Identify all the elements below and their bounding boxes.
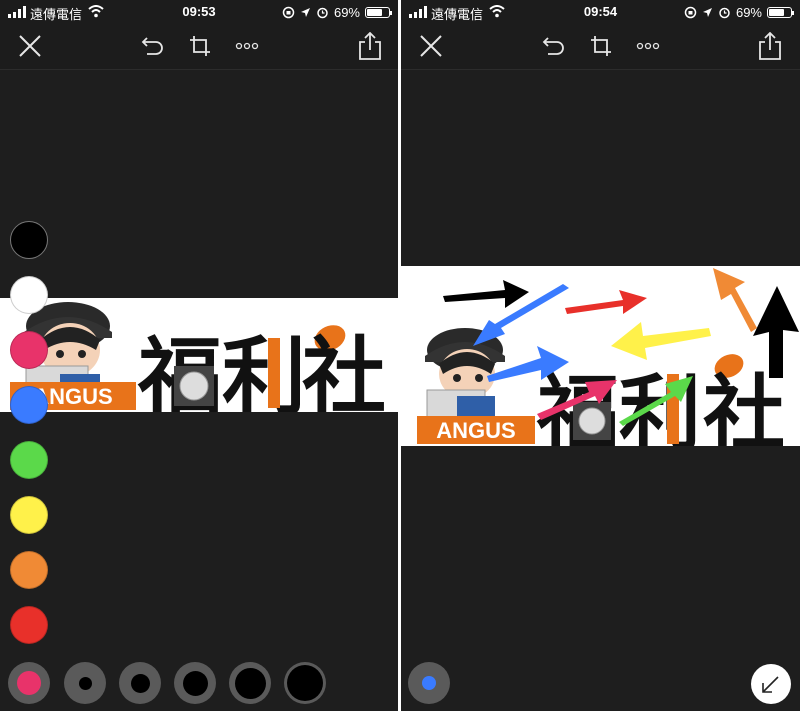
undo-button[interactable] (538, 30, 570, 62)
crop-icon (190, 36, 210, 56)
editor-toolbar (401, 24, 800, 70)
share-button[interactable] (754, 30, 786, 62)
banner-title-char-3: 社 (302, 328, 386, 412)
drawn-arrow-red (565, 290, 647, 314)
close-icon (420, 35, 442, 57)
battery-percent: 69% (735, 4, 762, 20)
undo-icon (542, 37, 564, 55)
more-button[interactable] (632, 30, 664, 62)
banner-title-char-2: 利 (222, 328, 306, 412)
alarm-icon (719, 7, 730, 18)
current-color-button[interactable] (8, 662, 50, 704)
battery-percent: 69% (333, 4, 360, 20)
undo-button[interactable] (137, 30, 169, 62)
share-button[interactable] (354, 30, 386, 62)
stroke-size-4[interactable] (229, 662, 271, 704)
editor-screen-with-arrows: 遠傳電信 09:54 69% ANGUS 利 社 (401, 0, 800, 711)
rotation-lock-icon (282, 6, 295, 18)
angus-logo-image: ANGUS 福 利 社 (417, 268, 799, 446)
stroke-size-3[interactable] (174, 662, 216, 704)
current-color-button[interactable] (408, 662, 450, 704)
editor-toolbar (0, 24, 398, 70)
status-icons: 69% (282, 4, 392, 20)
undo-icon (141, 37, 163, 55)
crop-button[interactable] (184, 30, 216, 62)
banner-title-char-3: 社 (703, 367, 785, 446)
share-icon (759, 32, 781, 60)
more-icon (235, 42, 259, 50)
stroke-size-5[interactable] (284, 662, 326, 704)
close-button[interactable] (415, 30, 447, 62)
color-white[interactable] (10, 276, 48, 314)
drawn-arrow-black-2 (753, 286, 799, 378)
status-bar: 遠傳電信 09:54 69% (401, 0, 800, 24)
more-icon (636, 42, 660, 50)
alarm-icon (317, 7, 328, 18)
share-icon (359, 32, 381, 60)
close-icon (19, 35, 41, 57)
close-button[interactable] (14, 30, 46, 62)
stroke-size-2[interactable] (119, 662, 161, 704)
color-red[interactable] (10, 606, 48, 644)
color-pink[interactable] (10, 331, 48, 369)
location-icon (702, 7, 712, 17)
more-button[interactable] (231, 30, 263, 62)
drawn-arrow-orange (713, 268, 757, 332)
crop-icon (591, 36, 611, 56)
rotation-lock-icon (684, 6, 697, 18)
color-green[interactable] (10, 441, 48, 479)
editor-screen-palette-open: 遠傳電信 09:53 69% ANGUS 利 社 (0, 0, 398, 711)
color-blue[interactable] (10, 386, 48, 424)
battery-icon (365, 6, 392, 18)
banner-image-annotated: ANGUS 福 利 社 (401, 266, 800, 446)
color-orange[interactable] (10, 551, 48, 589)
location-icon (300, 7, 310, 17)
status-bar: 遠傳電信 09:53 69% (0, 0, 398, 24)
arrow-tool-button[interactable] (751, 664, 791, 704)
banner-image: ANGUS 福 利 社 (0, 298, 398, 412)
stroke-size-1[interactable] (64, 662, 106, 704)
angus-logo-image: ANGUS 福 利 社 (10, 302, 386, 412)
drawn-arrow-black-1 (443, 280, 529, 308)
battery-icon (767, 6, 794, 18)
brand-text: ANGUS (436, 418, 515, 443)
status-icons: 69% (684, 4, 794, 20)
crop-button[interactable] (585, 30, 617, 62)
color-black[interactable] (10, 221, 48, 259)
drawn-arrow-yellow (611, 322, 711, 360)
arrow-pen-icon (762, 676, 779, 693)
color-yellow[interactable] (10, 496, 48, 534)
